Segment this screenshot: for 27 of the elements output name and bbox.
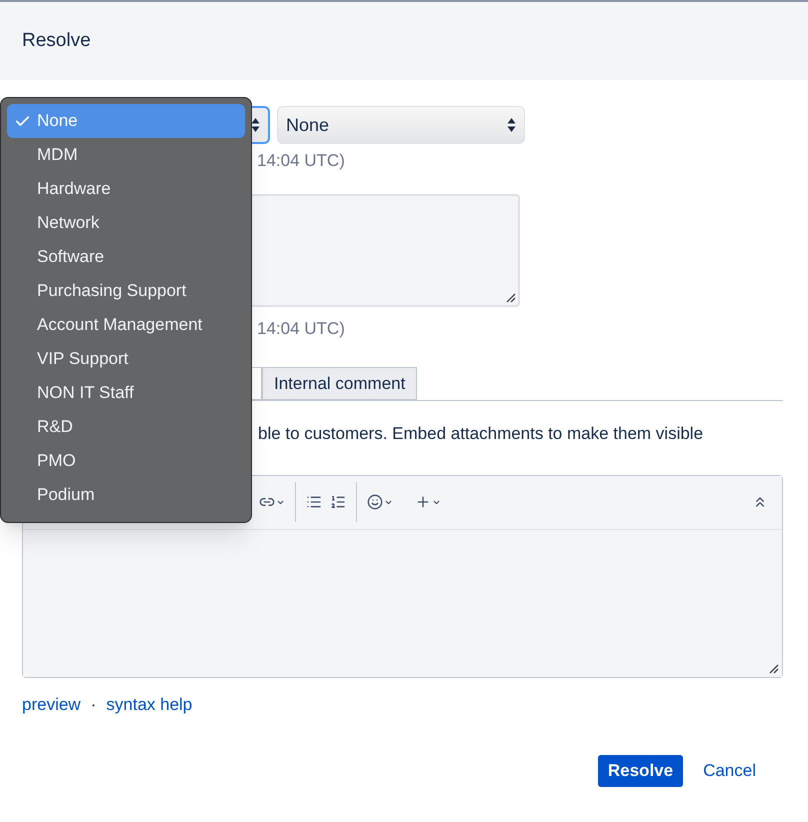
menu-option[interactable]: NON IT Staff [7, 376, 245, 410]
menu-option[interactable]: None [7, 104, 245, 138]
syntax-help-link[interactable]: syntax help [106, 692, 192, 717]
menu-option[interactable]: MDM [7, 138, 245, 172]
menu-option[interactable]: Hardware [7, 172, 245, 206]
menu-option[interactable]: Purchasing Support [7, 274, 245, 308]
menu-option[interactable]: R&D [7, 410, 245, 444]
comment-tab[interactable]: Internal comment [262, 367, 418, 400]
select-arrows-icon [251, 117, 260, 133]
cancel-button[interactable]: Cancel [693, 755, 766, 787]
select-arrows-icon [507, 117, 516, 133]
select-field[interactable]: None [277, 106, 525, 144]
resize-grip-icon [767, 662, 779, 674]
resolve-button[interactable]: Resolve [598, 755, 684, 787]
separator-dot: · [90, 694, 96, 716]
preview-link[interactable]: preview [22, 692, 81, 717]
menu-option[interactable]: PMO [7, 444, 245, 478]
menu-option[interactable]: Account Management [7, 308, 245, 342]
timestamp-text: 14:04 UTC) [257, 150, 346, 172]
menu-option[interactable]: Network [7, 206, 245, 240]
menu-option[interactable]: Podium [7, 478, 245, 512]
menu-option[interactable]: Software [7, 240, 245, 274]
resize-grip-icon [504, 290, 516, 302]
menu-option[interactable]: VIP Support [7, 342, 245, 376]
comment-hint-text: ble to customers. Embed attachments to make them visible [258, 423, 704, 445]
dialog-title: Resolve [22, 28, 91, 53]
timestamp-text: 14:04 UTC) [257, 318, 346, 340]
